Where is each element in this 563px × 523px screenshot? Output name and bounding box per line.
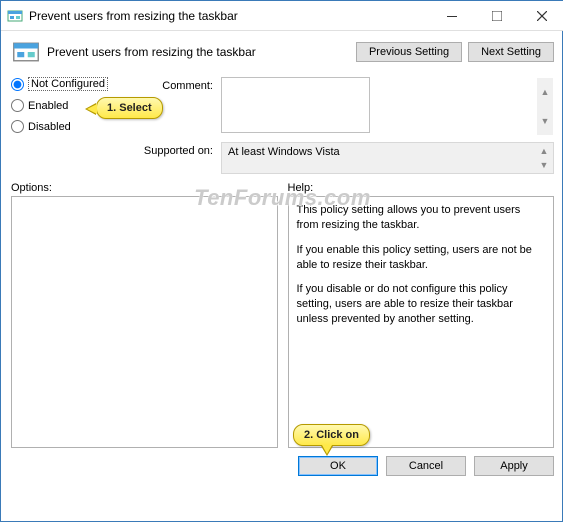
help-label: Help: [288, 182, 555, 194]
help-paragraph: If you enable this policy setting, users… [297, 243, 546, 273]
policy-title: Prevent users from resizing the taskbar [47, 45, 356, 59]
supported-on-value: At least Windows Vista [228, 146, 340, 158]
options-box [11, 196, 278, 448]
supported-scroll-down[interactable]: ▼ [536, 158, 552, 172]
title-bar: Prevent users from resizing the taskbar [1, 1, 563, 31]
ok-button[interactable]: OK [298, 456, 378, 476]
close-button[interactable] [519, 1, 563, 30]
help-box: This policy setting allows you to preven… [288, 196, 555, 448]
disabled-radio[interactable] [11, 120, 24, 133]
supported-scroll-up[interactable]: ▲ [536, 144, 552, 158]
callout-select: 1. Select [96, 97, 163, 119]
next-setting-button[interactable]: Next Setting [468, 42, 554, 62]
minimize-button[interactable] [429, 1, 474, 30]
cancel-button[interactable]: Cancel [386, 456, 466, 476]
not-configured-label: Not Configured [28, 77, 108, 91]
disabled-label: Disabled [28, 121, 71, 133]
maximize-button[interactable] [474, 1, 519, 30]
comment-label: Comment: [141, 77, 221, 92]
window-controls [429, 1, 563, 30]
window-icon [7, 8, 23, 24]
window-title: Prevent users from resizing the taskbar [29, 9, 429, 23]
apply-button[interactable]: Apply [474, 456, 554, 476]
help-paragraph: If you disable or do not configure this … [297, 282, 546, 327]
enabled-radio[interactable] [11, 99, 24, 112]
help-paragraph: This policy setting allows you to preven… [297, 203, 546, 233]
comment-input[interactable] [221, 77, 370, 133]
enabled-label: Enabled [28, 100, 68, 112]
policy-icon [11, 37, 41, 67]
supported-on-box: At least Windows Vista ▲ ▼ [221, 142, 554, 174]
comment-scroll-up[interactable]: ▲ [537, 78, 553, 107]
options-label: Options: [11, 182, 278, 194]
not-configured-radio[interactable] [11, 78, 24, 91]
supported-label: Supported on: [141, 142, 221, 157]
previous-setting-button[interactable]: Previous Setting [356, 42, 462, 62]
callout-click-on: 2. Click on [293, 424, 370, 446]
comment-scroll-down[interactable]: ▼ [537, 107, 553, 136]
